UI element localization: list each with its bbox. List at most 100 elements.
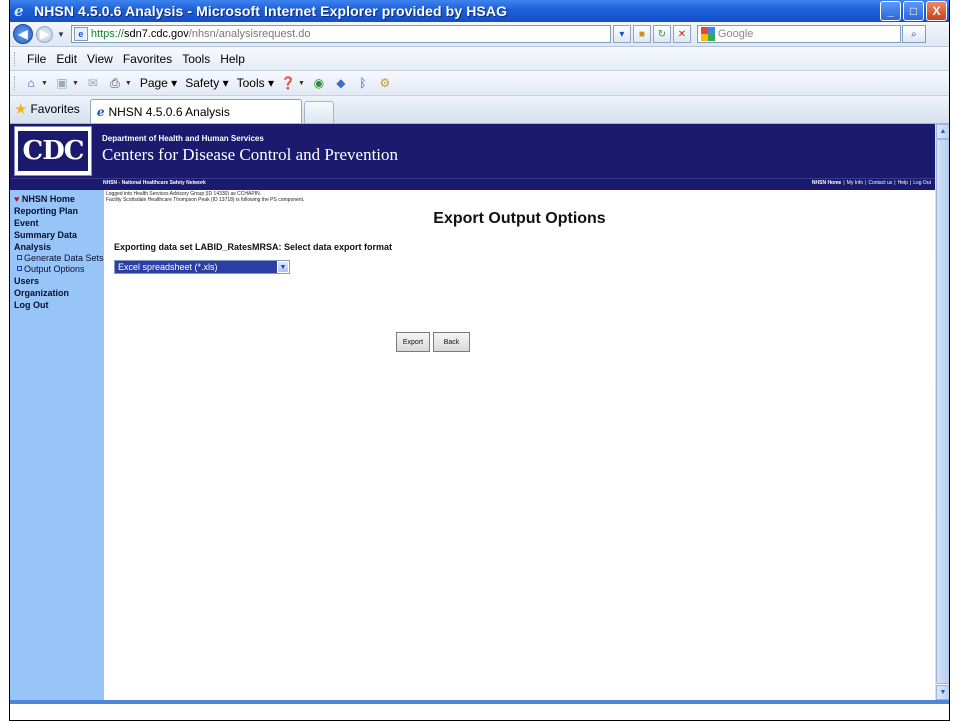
home-icon: ♥	[14, 194, 20, 204]
header-link-sep: |	[843, 180, 845, 186]
network-name: NHSN - National Healthcare Safety Networ…	[103, 180, 206, 186]
tools-menu-label: Tools	[236, 76, 265, 90]
address-dropdown-icon[interactable]: ▾	[612, 25, 631, 43]
home-icon[interactable]: ⌂	[23, 75, 39, 91]
safety-menu-label: Safety	[185, 76, 220, 90]
page-menu[interactable]: Page ▾	[140, 76, 177, 90]
export-format-select[interactable]: Excel spreadsheet (*.xls) ▼	[114, 260, 290, 274]
back-arrow-icon[interactable]: ◀	[13, 24, 33, 44]
sidebar-item-nhsn-home[interactable]: ♥ NHSN Home	[10, 193, 104, 205]
agency-name: Centers for Disease Control and Preventi…	[102, 145, 399, 164]
url-scheme: https://	[90, 28, 124, 40]
header-link-sep: |	[865, 180, 867, 186]
search-input[interactable]: Google	[696, 25, 901, 43]
favorites-bar: ★ Favorites e NHSN 4.5.0.6 Analysis	[10, 96, 949, 124]
main-content: Logged into Health Services Advisory Gro…	[104, 190, 935, 700]
sidebar-item-organization[interactable]: Organization	[10, 287, 104, 299]
selected-format: Excel spreadsheet (*.xls)	[118, 262, 218, 272]
new-tab-button[interactable]	[303, 101, 334, 123]
sidebar-item-output-options[interactable]: Output Options	[10, 264, 104, 275]
address-input[interactable]: e https://sdn7.cdc.gov/nhsn/analysisrequ…	[70, 25, 611, 43]
address-toolbar: ◀ ▶ ▼ e https://sdn7.cdc.gov/nhsn/analys…	[10, 22, 949, 47]
history-dropdown-icon[interactable]: ▼	[57, 30, 65, 39]
feeds-icon[interactable]: ▣	[54, 75, 70, 91]
header-link-home[interactable]: NHSN Home	[812, 180, 841, 186]
scroll-up-icon[interactable]: ▲	[936, 124, 949, 139]
tab-nhsn-analysis[interactable]: e NHSN 4.5.0.6 Analysis	[89, 99, 302, 123]
bluetooth-icon[interactable]: ᛒ	[355, 75, 371, 91]
title-bar: e NHSN 4.5.0.6 Analysis - Microsoft Inte…	[10, 0, 949, 22]
mail-icon[interactable]: ✉	[85, 75, 101, 91]
bullet-icon	[17, 266, 22, 271]
home-dropdown-icon[interactable]: ▼	[41, 80, 48, 87]
addon-icon[interactable]: ⚙	[377, 75, 393, 91]
print-icon[interactable]: ⎙	[107, 75, 123, 91]
help-icon[interactable]: ❓	[280, 75, 296, 91]
page-menu-label: Page	[139, 76, 168, 90]
google-icon	[700, 27, 715, 41]
feeds-dropdown-icon[interactable]: ▼	[72, 80, 79, 87]
header-link-sep: |	[909, 180, 912, 186]
tools-menu[interactable]: Tools ▾	[237, 76, 274, 90]
menu-tools[interactable]: Tools	[182, 52, 210, 66]
scroll-thumb[interactable]	[936, 139, 949, 684]
toolbar-grip	[14, 51, 17, 66]
favorites-star-icon: ★	[14, 101, 28, 118]
refresh-icon[interactable]: ↻	[652, 25, 671, 43]
export-prompt: Exporting data set LABID_RatesMRSA: Sele…	[114, 242, 393, 252]
sidebar-item-label: NHSN Home	[21, 194, 75, 204]
research-icon[interactable]: ◉	[311, 75, 327, 91]
vertical-scrollbar[interactable]: ▲ ▼	[935, 124, 949, 700]
minimize-button[interactable]: _	[880, 1, 901, 21]
facility-line: Facility Scottsdale Healthcare Thompson …	[106, 197, 305, 203]
url-domain: sdn7.cdc.gov	[123, 28, 189, 40]
messenger-icon[interactable]: ◆	[333, 75, 349, 91]
tab-title: NHSN 4.5.0.6 Analysis	[108, 104, 230, 119]
menu-favorites[interactable]: Favorites	[123, 52, 172, 66]
sidebar-item-analysis[interactable]: Analysis	[10, 241, 104, 253]
sidebar-item-reporting-plan[interactable]: Reporting Plan	[10, 205, 104, 217]
cdc-logo[interactable]: CDC	[14, 126, 92, 176]
print-dropdown-icon[interactable]: ▼	[125, 80, 132, 87]
forward-arrow-icon[interactable]: ▶	[36, 25, 53, 43]
login-info: Logged into Health Services Advisory Gro…	[106, 191, 304, 203]
search-icon[interactable]: ⌕	[901, 25, 926, 43]
favorites-button[interactable]: ★ Favorites	[14, 97, 80, 121]
window-title: NHSN 4.5.0.6 Analysis - Microsoft Intern…	[34, 3, 508, 19]
tab-page-icon: e	[96, 104, 105, 119]
close-button[interactable]: X	[926, 1, 947, 21]
stop-icon[interactable]: ✕	[672, 25, 691, 43]
chevron-down-icon[interactable]: ▼	[277, 261, 289, 273]
page-title: Export Output Options	[433, 210, 606, 227]
export-button[interactable]: Export	[396, 332, 430, 352]
header-link-contact[interactable]: Contact us	[868, 180, 892, 186]
header-link-logout[interactable]: Log Out	[913, 180, 931, 186]
department-name: Department of Health and Human Services	[102, 134, 264, 143]
scroll-down-icon[interactable]: ▼	[936, 685, 949, 700]
sidebar-item-log-out[interactable]: Log Out	[10, 299, 104, 311]
status-bar	[10, 700, 949, 704]
lock-icon[interactable]: ■	[632, 25, 651, 43]
help-dropdown-icon[interactable]: ▼	[298, 80, 305, 87]
sidebar-item-generate-data-sets[interactable]: Generate Data Sets	[10, 253, 104, 264]
toolbar-grip	[14, 76, 17, 90]
favorites-label: Favorites	[30, 102, 80, 116]
maximize-button[interactable]: □	[903, 1, 924, 21]
url-path: /nhsn/analysisrequest.do	[188, 28, 311, 40]
menu-help[interactable]: Help	[220, 52, 245, 66]
browser-window: e NHSN 4.5.0.6 Analysis - Microsoft Inte…	[9, 0, 950, 721]
sidebar-item-users[interactable]: Users	[10, 275, 104, 287]
sidebar-item-summary-data[interactable]: Summary Data	[10, 229, 104, 241]
header-link-help[interactable]: Help	[898, 180, 908, 186]
back-button[interactable]: Back	[433, 332, 470, 352]
header-link-myinfo[interactable]: My Info	[847, 180, 863, 186]
sidebar-item-event[interactable]: Event	[10, 217, 104, 229]
header-links: NHSN Home | My Info | Contact us | Help …	[812, 180, 931, 186]
cdc-logo-text: CDC	[18, 131, 88, 171]
page-icon: e	[73, 27, 88, 41]
menu-view[interactable]: View	[87, 52, 113, 66]
safety-menu[interactable]: Safety ▾	[185, 76, 228, 90]
header-link-sep: |	[894, 180, 896, 186]
menu-file[interactable]: File	[27, 52, 46, 66]
menu-edit[interactable]: Edit	[56, 52, 77, 66]
